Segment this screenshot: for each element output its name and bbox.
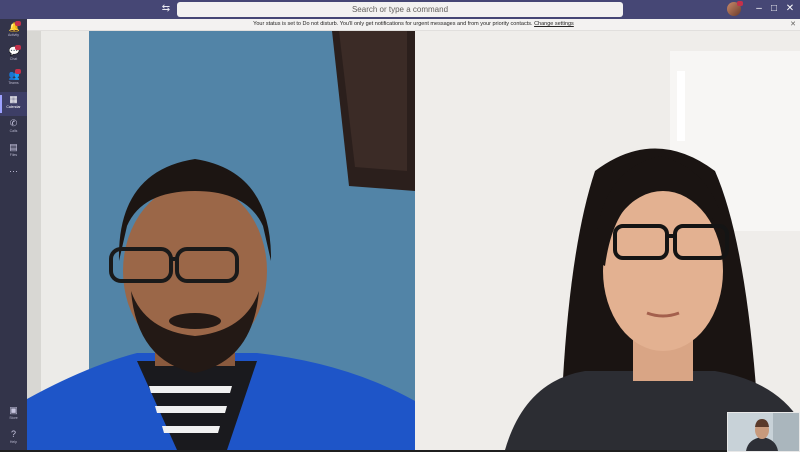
change-settings-link[interactable]: Change settings <box>534 21 574 27</box>
phone-icon: ✆ <box>9 118 18 128</box>
minimize-button[interactable]: – <box>752 2 766 16</box>
rail-item-help[interactable]: ? Help <box>0 427 27 451</box>
rail-item-calls[interactable]: ✆ Calls <box>0 116 27 140</box>
self-view-video[interactable] <box>727 412 800 452</box>
store-icon: ▣ <box>9 405 18 415</box>
participant-video-frame <box>415 31 800 450</box>
help-icon: ? <box>10 429 16 439</box>
rail-item-label: Chat <box>9 57 18 61</box>
rail-item-label: Calendar <box>6 105 21 109</box>
rail-item-label: Files <box>9 153 18 157</box>
title-bar: ⇆ Search or type a command – □ ✕ <box>0 0 800 19</box>
rail-item-activity[interactable]: 🔔 Activity <box>0 20 27 44</box>
banner-text: Your status is set to Do not disturb. Yo… <box>253 21 533 27</box>
more-icon: ··· <box>9 166 18 176</box>
participant-video-right <box>415 31 800 450</box>
rail-item-chat[interactable]: 💬 Chat <box>0 44 27 68</box>
notification-badge <box>737 1 743 6</box>
status-banner: Your status is set to Do not disturb. Yo… <box>27 19 800 31</box>
rail-item-label: Store <box>9 416 18 420</box>
rail-item-calendar[interactable]: ▦ Calendar <box>0 92 27 116</box>
rail-item-label: Help <box>9 440 18 444</box>
search-input[interactable]: Search or type a command <box>177 2 623 17</box>
back-forward-icon[interactable]: ⇆ <box>160 3 172 15</box>
close-icon[interactable]: ✕ <box>790 19 796 30</box>
file-icon: ▤ <box>9 142 18 152</box>
participant-video-left <box>27 31 415 450</box>
calendar-icon: ▦ <box>9 94 18 104</box>
unread-badge <box>15 21 21 26</box>
meeting-stage <box>27 31 800 450</box>
rail-item-more[interactable]: ··· <box>0 164 27 188</box>
rail-item-label: Activity <box>7 33 20 37</box>
rail-item-label: Calls <box>9 129 18 133</box>
rail-item-files[interactable]: ▤ Files <box>0 140 27 164</box>
unread-badge <box>15 69 21 74</box>
rail-item-store[interactable]: ▣ Store <box>0 403 27 427</box>
rail-item-label: Teams <box>8 81 19 85</box>
maximize-button[interactable]: □ <box>767 2 781 16</box>
unread-badge <box>15 45 21 50</box>
close-button[interactable]: ✕ <box>783 2 797 16</box>
app-rail: 🔔 Activity 💬 Chat 👥 Teams ▦ Calendar ✆ C… <box>0 19 27 450</box>
participant-video-frame <box>27 31 415 450</box>
self-view-frame <box>728 413 799 451</box>
rail-item-teams[interactable]: 👥 Teams <box>0 68 27 92</box>
